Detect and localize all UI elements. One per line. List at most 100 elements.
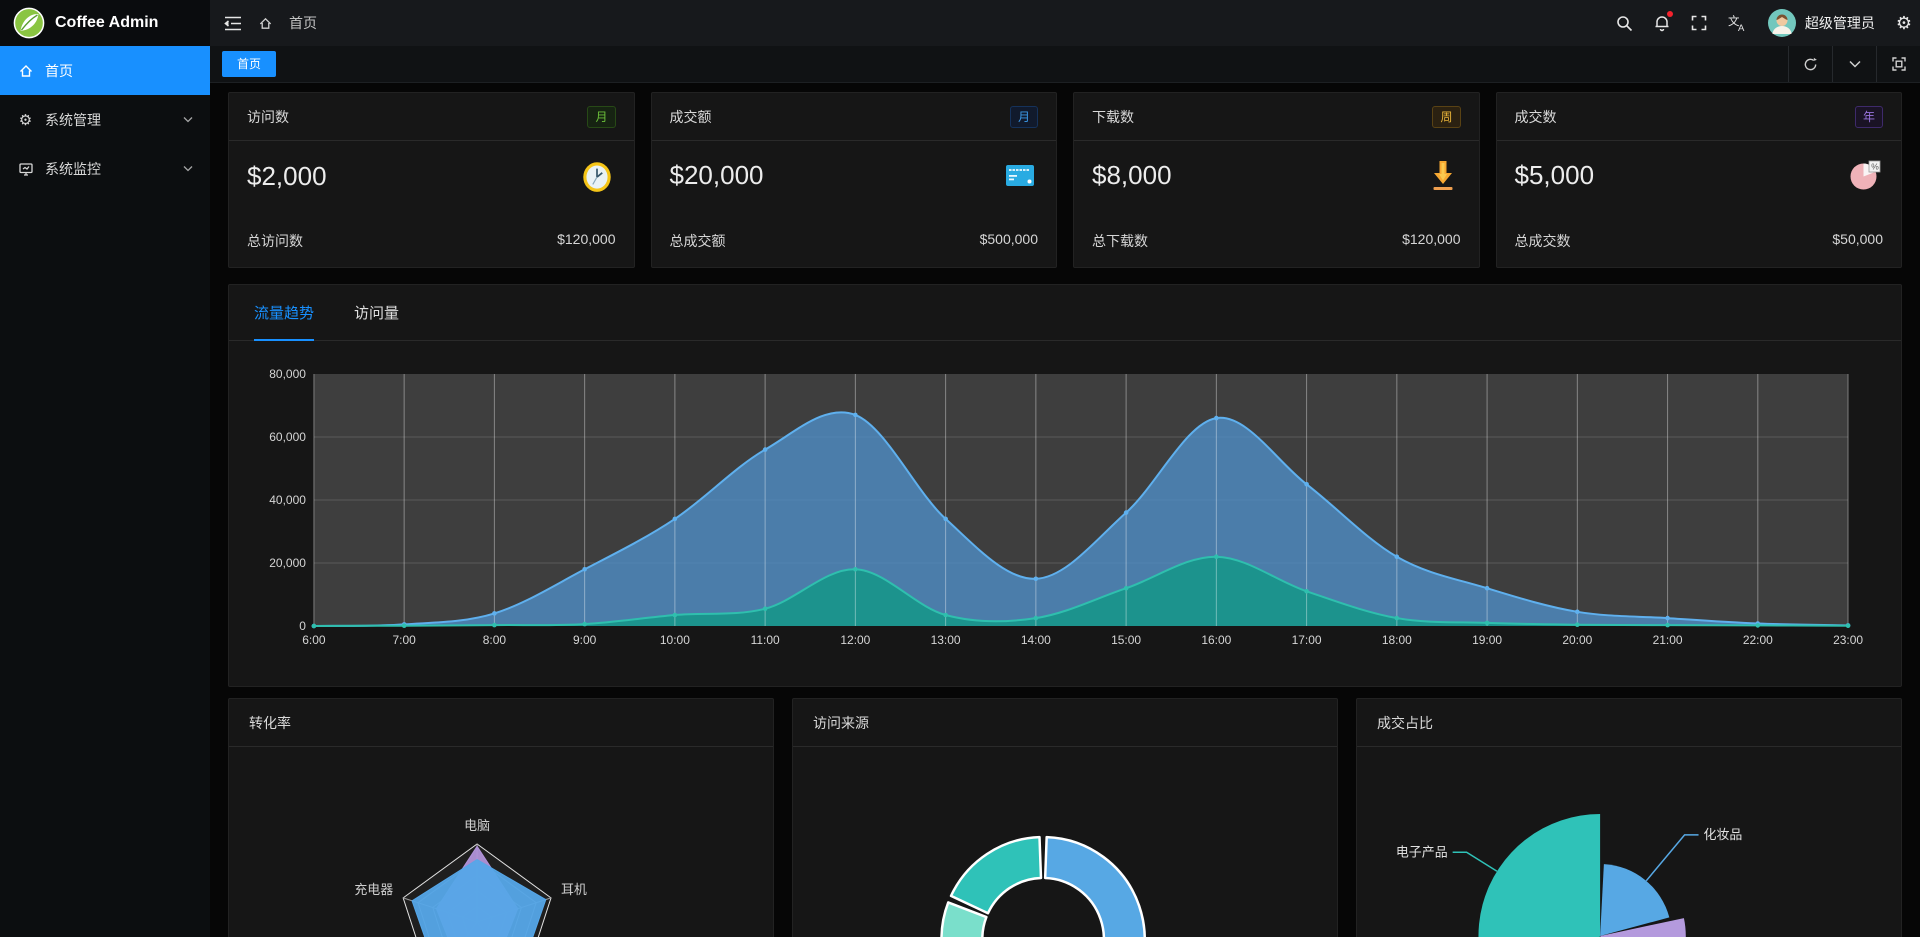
trend-tabs: 流量趋势 访问量 — [229, 285, 1901, 341]
topbar-actions: 文 A 超级管理员 ⚙ — [1616, 9, 1912, 37]
sidebar-menu: 首页 ⚙ 系统管理 系统监控 — [0, 46, 210, 193]
svg-text:19:00: 19:00 — [1472, 633, 1502, 647]
tab-visit-volume[interactable]: 访问量 — [354, 285, 399, 340]
visit-source-card: 访问来源 — [792, 698, 1338, 937]
sidebar-item-system-admin[interactable]: ⚙ 系统管理 — [0, 95, 210, 144]
maximize-icon[interactable] — [1876, 46, 1920, 82]
conversion-rate-card: 转化率 电脑耳机充电器 — [228, 698, 774, 937]
svg-text:充电器: 充电器 — [354, 882, 393, 897]
sidebar-item-label: 系统监控 — [45, 159, 101, 179]
svg-text:20,000: 20,000 — [269, 556, 306, 570]
main-column: 首页 — [210, 0, 1920, 937]
svg-text:40,000: 40,000 — [269, 493, 306, 507]
svg-text:A: A — [1738, 23, 1745, 32]
fullscreen-icon[interactable] — [1691, 15, 1707, 31]
svg-text:10:00: 10:00 — [660, 633, 690, 647]
traffic-trend-card: 流量趋势 访问量 80,00060,00040,00020,00006:007:… — [228, 284, 1902, 687]
svg-text:22:00: 22:00 — [1743, 633, 1773, 647]
period-badge[interactable]: 月 — [587, 106, 615, 128]
chevron-down-icon — [183, 165, 193, 172]
stat-footer-value: $120,000 — [557, 231, 615, 251]
stat-title: 访问数 — [247, 107, 289, 127]
stat-footer-label: 总下载数 — [1092, 231, 1148, 251]
svg-text:12:00: 12:00 — [840, 633, 870, 647]
avatar — [1768, 9, 1796, 37]
username: 超级管理员 — [1805, 13, 1875, 33]
svg-text:60,000: 60,000 — [269, 430, 306, 444]
svg-text:16:00: 16:00 — [1201, 633, 1231, 647]
monitor-icon — [17, 161, 34, 177]
svg-text:15:00: 15:00 — [1111, 633, 1141, 647]
chevron-down-icon[interactable] — [1832, 46, 1876, 82]
stat-title: 成交数 — [1515, 107, 1557, 127]
sidebar: Coffee Admin 首页 ⚙ 系统管理 — [0, 0, 210, 937]
svg-text:20:00: 20:00 — [1562, 633, 1592, 647]
alarm-clock-icon — [578, 157, 616, 195]
sidebar-item-home[interactable]: 首页 — [0, 46, 210, 95]
stat-card-deal-count: 成交数 年 $5,000 % — [1496, 92, 1903, 268]
pie-chart-icon: % — [1847, 157, 1883, 193]
period-badge[interactable]: 年 — [1855, 106, 1883, 128]
tab-traffic-trend[interactable]: 流量趋势 — [254, 285, 314, 340]
svg-text:11:00: 11:00 — [751, 633, 780, 647]
home-icon — [17, 63, 34, 79]
stat-card-visits: 访问数 月 $2,000 — [228, 92, 635, 268]
spring-leaf-logo-icon — [13, 7, 45, 39]
svg-text:电脑: 电脑 — [464, 818, 490, 833]
page-tabbar: 首页 — [210, 46, 1920, 83]
sidebar-item-label: 系统管理 — [45, 110, 101, 130]
svg-text:13:00: 13:00 — [931, 633, 961, 647]
translate-icon[interactable]: 文 A — [1728, 14, 1747, 32]
credit-card-icon — [1002, 157, 1038, 193]
collapse-sidebar-icon[interactable] — [224, 16, 242, 31]
stat-footer-value: $120,000 — [1402, 231, 1460, 251]
period-badge[interactable]: 周 — [1432, 106, 1460, 128]
logo-row[interactable]: Coffee Admin — [0, 0, 210, 46]
visit-source-donut-chart — [793, 747, 1337, 937]
refresh-icon[interactable] — [1788, 46, 1832, 82]
stat-footer-label: 总访问数 — [247, 231, 303, 251]
svg-text:化妆品: 化妆品 — [1704, 827, 1743, 842]
stat-value: $20,000 — [670, 160, 764, 191]
sidebar-item-label: 首页 — [45, 61, 73, 81]
download-icon — [1425, 157, 1461, 193]
card-title: 成交占比 — [1357, 699, 1901, 747]
svg-text:6:00: 6:00 — [302, 633, 326, 647]
conversion-radar-chart: 电脑耳机充电器 — [229, 747, 773, 937]
stat-cards-row: 访问数 月 $2,000 — [228, 92, 1902, 268]
breadcrumb: 首页 — [289, 13, 317, 33]
deal-share-pie-chart: 电子产品化妆品 — [1357, 747, 1901, 937]
card-title: 转化率 — [229, 699, 773, 747]
bell-icon[interactable] — [1654, 14, 1670, 32]
gear-icon[interactable]: ⚙ — [1896, 14, 1912, 32]
stat-footer-value: $50,000 — [1832, 231, 1883, 251]
sidebar-item-system-monitor[interactable]: 系统监控 — [0, 144, 210, 193]
user-menu[interactable]: 超级管理员 — [1768, 9, 1875, 37]
svg-text:18:00: 18:00 — [1382, 633, 1412, 647]
svg-text:7:00: 7:00 — [392, 633, 416, 647]
traffic-trend-chart: 80,00060,00040,00020,00006:007:008:009:0… — [229, 341, 1901, 688]
period-badge[interactable]: 月 — [1010, 106, 1038, 128]
tab-home[interactable]: 首页 — [222, 51, 276, 77]
breadcrumb-home-icon[interactable] — [258, 16, 273, 31]
svg-text:80,000: 80,000 — [269, 367, 306, 381]
stat-footer-value: $500,000 — [980, 231, 1038, 251]
svg-text:17:00: 17:00 — [1292, 633, 1322, 647]
stat-footer-label: 总成交数 — [1515, 231, 1571, 251]
card-title: 访问来源 — [793, 699, 1337, 747]
svg-text:9:00: 9:00 — [573, 633, 597, 647]
gear-icon: ⚙ — [17, 111, 34, 129]
deal-share-card: 成交占比 电子产品化妆品 — [1356, 698, 1902, 937]
svg-text:23:00: 23:00 — [1833, 633, 1863, 647]
stat-value: $8,000 — [1092, 160, 1172, 191]
stat-value: $5,000 — [1515, 160, 1595, 191]
content: 访问数 月 $2,000 — [210, 83, 1920, 937]
svg-text:%: % — [1871, 162, 1879, 172]
svg-text:14:00: 14:00 — [1021, 633, 1051, 647]
search-icon[interactable] — [1616, 15, 1633, 32]
notification-badge — [1667, 11, 1673, 17]
topbar: 首页 — [210, 0, 1920, 46]
stat-value: $2,000 — [247, 161, 327, 192]
svg-text:8:00: 8:00 — [483, 633, 507, 647]
stat-title: 成交额 — [670, 107, 712, 127]
